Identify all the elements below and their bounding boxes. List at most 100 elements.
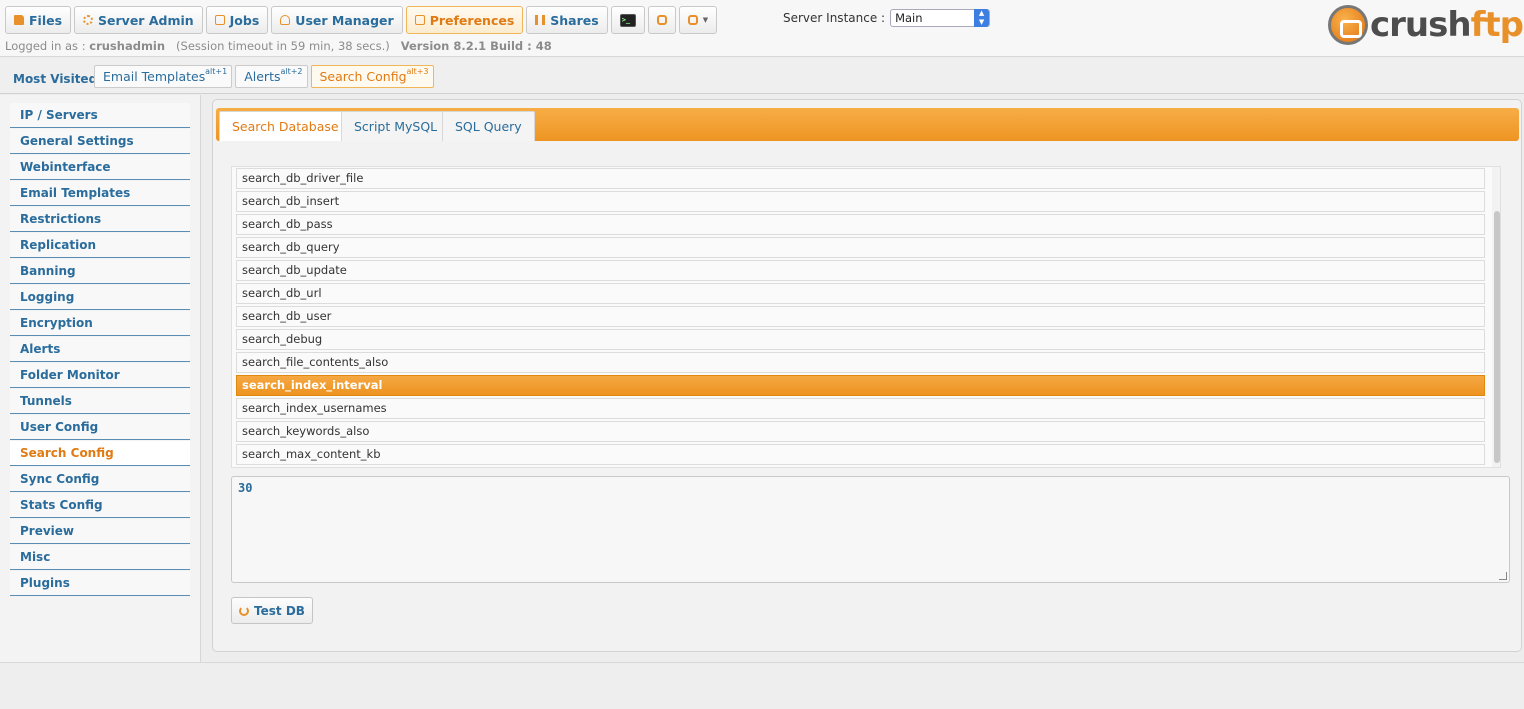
preferences-button[interactable]: Preferences xyxy=(405,6,524,34)
resize-grip-icon[interactable] xyxy=(1499,572,1507,580)
list-item[interactable]: search_db_driver_file xyxy=(236,168,1485,189)
shares-button[interactable]: Shares xyxy=(526,6,608,34)
scroll-thumb[interactable] xyxy=(1494,211,1500,463)
chevron-down-icon: ▼ xyxy=(702,16,709,24)
preferences-label: Preferences xyxy=(429,12,515,28)
shortcut-hint: alt+3 xyxy=(406,67,429,76)
logo-text: crushftp xyxy=(1370,5,1524,45)
list-scrollbar[interactable] xyxy=(1492,167,1500,467)
terminal-button[interactable]: >_ xyxy=(610,6,645,34)
sidebar-item-search-config[interactable]: Search Config xyxy=(10,441,190,466)
sidebar-item-general-settings[interactable]: General Settings xyxy=(10,129,190,154)
refresh-icon xyxy=(239,605,250,616)
server-admin-label: Server Admin xyxy=(98,12,194,28)
top-bar: Files Server Admin Jobs User Manager Pre… xyxy=(0,0,1524,57)
list-item[interactable]: search_db_user xyxy=(236,306,1485,327)
test-db-label: Test DB xyxy=(254,603,305,618)
test-db-button[interactable]: Test DB xyxy=(231,597,313,624)
tab-script-mysql[interactable]: Script MySQL xyxy=(341,111,451,141)
image-menu-button[interactable]: ▼ xyxy=(678,6,718,34)
sidebar-item-email-templates[interactable]: Email Templates xyxy=(10,181,190,206)
sidebar-item-preview[interactable]: Preview xyxy=(10,519,190,544)
crushftp-logo: crushftp xyxy=(1328,2,1524,48)
most-visited-search-config[interactable]: Search Config alt+3 xyxy=(310,65,434,88)
shares-label: Shares xyxy=(550,12,599,28)
sidebar-item-alerts[interactable]: Alerts xyxy=(10,337,190,362)
sidebar-item-restrictions[interactable]: Restrictions xyxy=(10,207,190,232)
username: crushadmin xyxy=(89,39,166,53)
tab-search-database[interactable]: Search Database xyxy=(219,111,352,141)
files-button[interactable]: Files xyxy=(5,6,72,34)
terminal-icon: >_ xyxy=(619,13,636,27)
folder-icon xyxy=(14,15,24,25)
footer-area xyxy=(0,662,1524,709)
list-item[interactable]: search_db_query xyxy=(236,237,1485,258)
shortcut-hint: alt+1 xyxy=(205,67,228,76)
sidebar-item-plugins[interactable]: Plugins xyxy=(10,571,190,596)
most-visited-label-email: Email Templates xyxy=(103,69,206,84)
most-visited-email-templates[interactable]: Email Templates alt+1 xyxy=(94,65,233,88)
tab-sql-query[interactable]: SQL Query xyxy=(442,111,535,141)
server-instance-label: Server Instance : xyxy=(783,11,886,25)
sidebar-item-misc[interactable]: Misc xyxy=(10,545,190,570)
image-icon xyxy=(687,15,698,25)
sidebar-item-stats-config[interactable]: Stats Config xyxy=(10,493,190,518)
most-visited-items: Email Templates alt+1 Alerts alt+2 Searc… xyxy=(94,65,434,88)
sidebar-item-logging[interactable]: Logging xyxy=(10,285,190,310)
most-visited-label-search: Search Config xyxy=(319,69,407,84)
list-item[interactable]: search_db_pass xyxy=(236,214,1485,235)
main-nav: Files Server Admin Jobs User Manager Pre… xyxy=(5,6,718,34)
list-item[interactable]: search_db_url xyxy=(236,283,1485,304)
list-item-selected[interactable]: search_index_interval xyxy=(236,375,1485,396)
unlock-icon xyxy=(656,15,667,25)
sidebar-item-user-config[interactable]: User Config xyxy=(10,415,190,440)
setting-value: 30 xyxy=(238,481,253,495)
list-item[interactable]: search_max_content_kb xyxy=(236,444,1485,465)
files-label: Files xyxy=(29,12,63,28)
version-label: Version 8.2.1 Build : 48 xyxy=(400,39,552,53)
jobs-button[interactable]: Jobs xyxy=(205,6,269,34)
list-item[interactable]: search_db_update xyxy=(236,260,1485,281)
shortcut-hint: alt+2 xyxy=(280,67,303,76)
sidebar-item-folder-monitor[interactable]: Folder Monitor xyxy=(10,363,190,388)
sidebar-item-tunnels[interactable]: Tunnels xyxy=(10,389,190,414)
most-visited-alerts[interactable]: Alerts alt+2 xyxy=(235,65,308,88)
jobs-icon xyxy=(214,15,225,25)
user-manager-button[interactable]: User Manager xyxy=(271,6,403,34)
preferences-icon xyxy=(414,15,425,25)
unlock-button[interactable] xyxy=(647,6,676,34)
list-item[interactable]: search_debug xyxy=(236,329,1485,350)
gear-icon xyxy=(83,15,94,25)
server-admin-button[interactable]: Server Admin xyxy=(74,6,203,34)
list-item[interactable]: search_file_contents_also xyxy=(236,352,1485,373)
most-visited-label-alerts: Alerts xyxy=(244,69,281,84)
most-visited-label: Most Visited : xyxy=(13,72,107,86)
preferences-sidebar: IP / Servers General Settings Webinterfa… xyxy=(0,95,201,662)
sidebar-item-banning[interactable]: Banning xyxy=(10,259,190,284)
tab-bar: Search Database Script MySQL SQL Query xyxy=(216,108,1519,141)
session-info: Logged in as : crushadmin (Session timeo… xyxy=(5,39,552,53)
sidebar-item-sync-config[interactable]: Sync Config xyxy=(10,467,190,492)
sidebar-item-encryption[interactable]: Encryption xyxy=(10,311,190,336)
logo-icon xyxy=(1328,5,1368,45)
sidebar-item-replication[interactable]: Replication xyxy=(10,233,190,258)
server-instance-value: Main xyxy=(895,11,923,25)
user-manager-label: User Manager xyxy=(295,12,394,28)
setting-value-textarea[interactable]: 30 xyxy=(231,476,1510,583)
setting-list[interactable]: search_db_driver_file search_db_insert s… xyxy=(231,166,1501,468)
session-timeout: (Session timeout in 59 min, 38 secs.) xyxy=(176,39,390,53)
most-visited-bar: Most Visited : Email Templates alt+1 Ale… xyxy=(0,58,1524,94)
server-instance: Server Instance : Main ▲ ▼ xyxy=(783,9,991,27)
list-item[interactable]: search_index_usernames xyxy=(236,398,1485,419)
logged-in-label: Logged in as : xyxy=(5,39,86,53)
sidebar-item-ip-servers[interactable]: IP / Servers xyxy=(10,103,190,128)
server-instance-select[interactable]: Main ▲ ▼ xyxy=(890,9,991,27)
select-arrows-icon: ▲ ▼ xyxy=(974,9,990,27)
user-icon xyxy=(280,15,291,25)
search-config-panel: Search Database Script MySQL SQL Query s… xyxy=(212,99,1522,652)
list-item[interactable]: search_keywords_also xyxy=(236,421,1485,442)
sidebar-item-webinterface[interactable]: Webinterface xyxy=(10,155,190,180)
list-item[interactable]: search_db_insert xyxy=(236,191,1485,212)
shares-icon xyxy=(535,15,546,25)
jobs-label: Jobs xyxy=(229,12,260,28)
